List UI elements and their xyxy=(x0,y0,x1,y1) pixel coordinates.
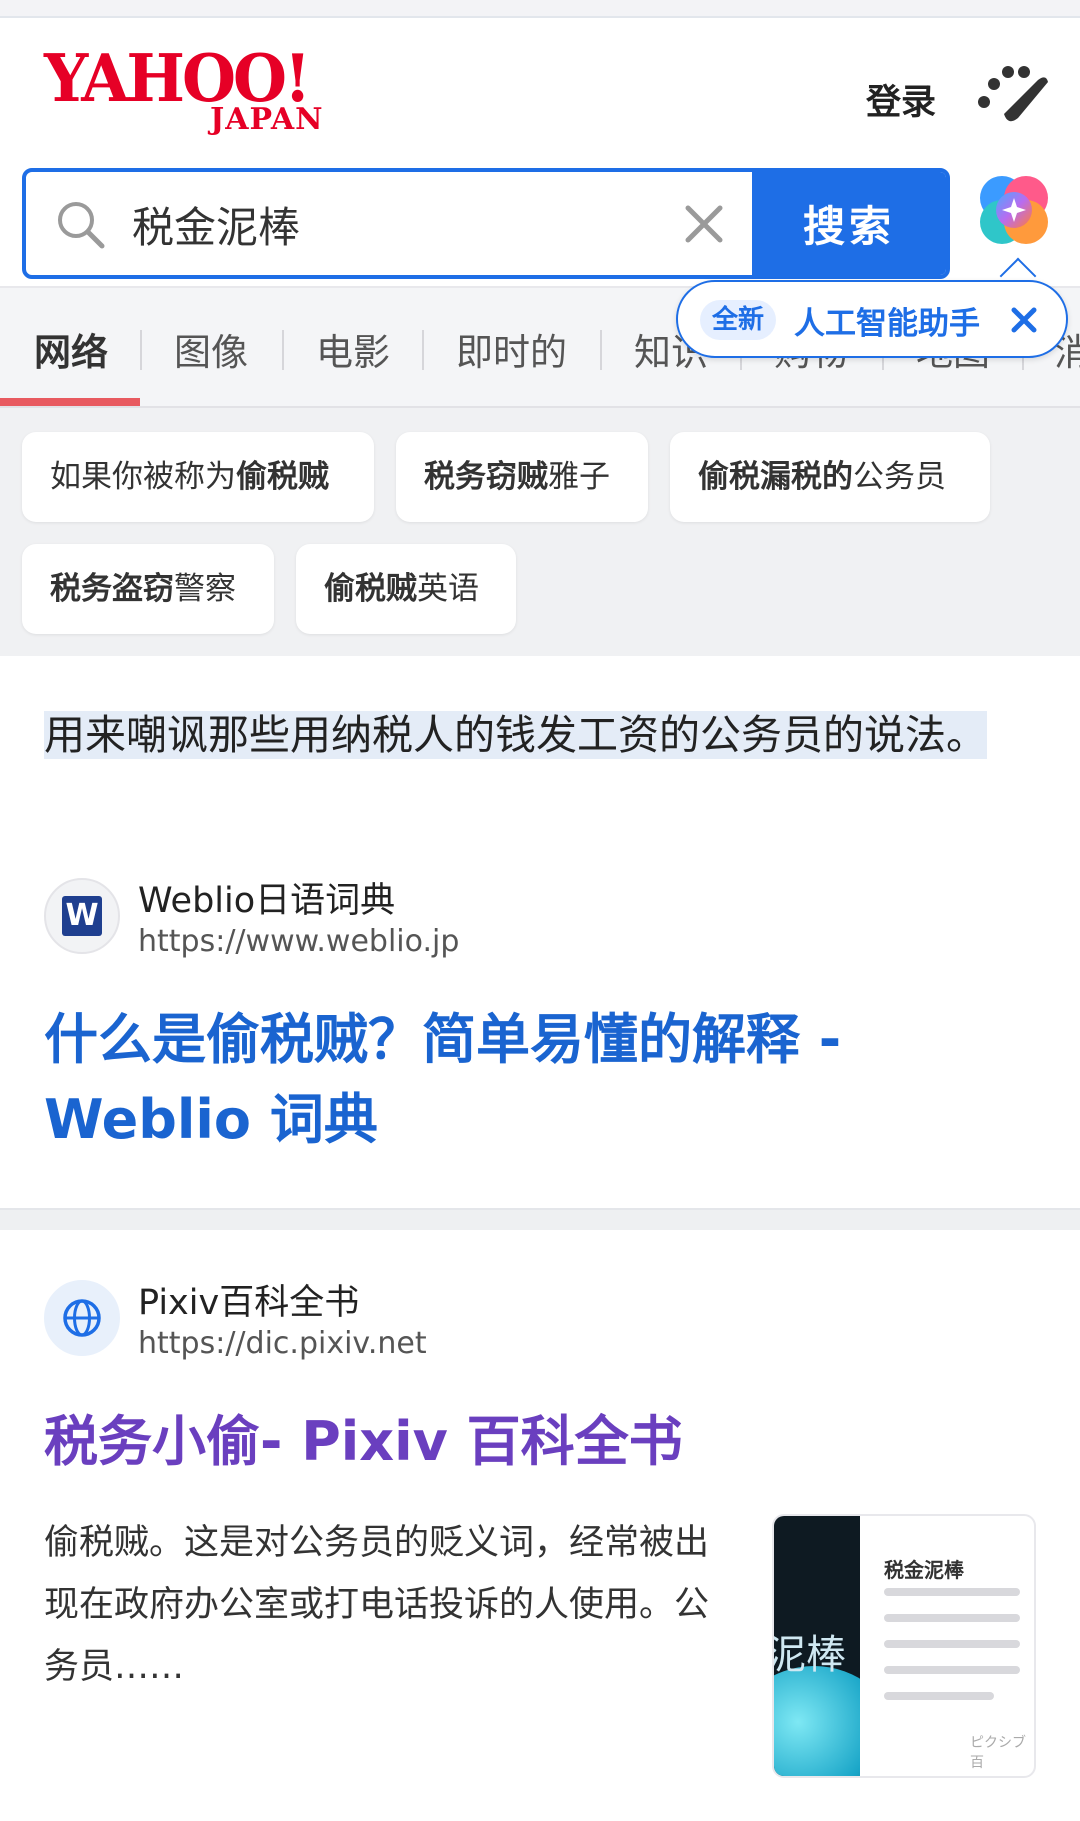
active-tab-indicator xyxy=(0,398,140,406)
tab-realtime[interactable]: 即时的 xyxy=(456,322,567,376)
thumbnail-big-text: 泥棒 xyxy=(774,1632,846,1678)
yahoo-japan-logo[interactable]: YAHOO! JAPAN xyxy=(44,40,334,140)
thumbnail-glow xyxy=(774,1666,860,1776)
thumbnail-text-line xyxy=(884,1640,1020,1648)
globe-icon xyxy=(63,1299,101,1337)
suggestion-chip[interactable]: 税务盗窃警察 xyxy=(22,544,274,634)
search-box: 税金泥棒 搜索 xyxy=(22,168,950,279)
tab-separator xyxy=(282,330,284,370)
suggestion-bold: 税务窃贼 xyxy=(424,459,548,495)
thumbnail-title: 税金泥棒 xyxy=(884,1558,964,1582)
thumbnail-text-line xyxy=(884,1692,994,1700)
thumbnail-footer: ピクシブ百 xyxy=(970,1735,1026,1771)
weblio-logo: W xyxy=(44,878,120,954)
palette-icon[interactable] xyxy=(978,64,1050,126)
tab-movies[interactable]: 电影 xyxy=(316,322,390,376)
tab-images[interactable]: 图像 xyxy=(174,322,248,376)
suggestion-plain: 公务员 xyxy=(853,459,946,495)
search-icon xyxy=(58,202,105,249)
search-result: Pixiv百科全书 https://dic.pixiv.net 税务小偷- Pi… xyxy=(0,1230,1080,1821)
close-icon[interactable] xyxy=(1008,304,1040,336)
thumbnail-text-line xyxy=(884,1614,1020,1622)
site-name: Pixiv百科全书 xyxy=(138,1283,360,1323)
suggestion-chip[interactable]: 偷税贼英语 xyxy=(296,544,516,634)
tab-separator xyxy=(140,330,142,370)
search-button[interactable]: 搜索 xyxy=(752,172,946,275)
clear-icon[interactable] xyxy=(680,200,728,248)
result-source[interactable]: Pixiv百科全书 https://dic.pixiv.net xyxy=(44,1274,1024,1364)
login-link[interactable]: 登录 xyxy=(866,74,936,125)
suggestion-plain: 如果你被称为 xyxy=(50,459,236,495)
site-url: https://www.weblio.jp xyxy=(138,924,460,959)
header: YAHOO! JAPAN 登录 xyxy=(0,18,1080,146)
suggestion-plain: 英语 xyxy=(417,571,479,607)
weblio-logo-letter: W xyxy=(62,896,102,936)
result-title-link[interactable]: 税务小偷- Pixiv 百科全书 xyxy=(44,1402,1034,1482)
search-row: 税金泥棒 搜索 xyxy=(0,146,1080,301)
tab-separator xyxy=(422,330,424,370)
tab-separator xyxy=(600,330,602,370)
ai-assistant-tooltip[interactable]: 全新 人工智能助手 xyxy=(676,280,1068,358)
logo-sub-text: JAPAN xyxy=(210,102,324,137)
tab-web[interactable]: 网络 xyxy=(34,322,108,376)
suggestion-bold: 偷税漏税的 xyxy=(698,459,853,495)
related-searches: 如果你被称为偷税贼 税务窃贼雅子 偷税漏税的公务员 税务盗窃警察 偷税贼英语 xyxy=(0,408,1080,656)
globe-site-icon xyxy=(44,1280,120,1356)
thumbnail-dark-panel: 泥棒 xyxy=(774,1516,860,1776)
suggestion-chip[interactable]: 税务窃贼雅子 xyxy=(396,432,648,522)
result-description: 偷税贼。这是对公务员的贬义词，经常被出现在政府办公室或打电话投诉的人使用。公务员… xyxy=(44,1523,710,1687)
result-thumbnail[interactable]: 泥棒 税金泥棒 ピクシブ百 xyxy=(772,1514,1036,1778)
suggestion-chip[interactable]: 如果你被称为偷税贼 xyxy=(22,432,374,522)
thumbnail-text-line xyxy=(884,1666,1020,1674)
search-result: 用来嘲讽那些用纳税人的钱发工资的公务员的说法。 W Weblio日语词典 htt… xyxy=(0,656,1080,1208)
search-input[interactable]: 税金泥棒 xyxy=(132,194,300,255)
ai-assistant-icon[interactable] xyxy=(976,172,1052,248)
snippet-text: 用来嘲讽那些用纳税人的钱发工资的公务员的说法。 xyxy=(44,711,987,759)
ai-assistant-label[interactable]: 人工智能助手 xyxy=(794,298,980,343)
site-url: https://dic.pixiv.net xyxy=(138,1326,427,1361)
suggestion-bold: 偷税贼 xyxy=(324,571,417,607)
suggestion-plain: 雅子 xyxy=(548,459,610,495)
thumbnail-text-line xyxy=(884,1588,1020,1596)
suggestion-chip[interactable]: 偷税漏税的公务员 xyxy=(670,432,990,522)
suggestion-bold: 税务盗窃 xyxy=(50,571,174,607)
site-name: Weblio日语词典 xyxy=(138,881,396,921)
featured-snippet: 用来嘲讽那些用纳税人的钱发工资的公务员的说法。 xyxy=(44,696,1034,774)
result-title-link[interactable]: 什么是偷税贼？简单易懂的解释 - Weblio 词典 xyxy=(44,1000,1034,1160)
new-badge: 全新 xyxy=(700,300,777,340)
result-divider xyxy=(0,1208,1080,1230)
result-source[interactable]: W Weblio日语词典 https://www.weblio.jp xyxy=(44,872,1024,962)
suggestion-plain: 警察 xyxy=(174,571,236,607)
status-strip xyxy=(0,0,1080,18)
suggestion-bold: 偷税贼 xyxy=(236,459,329,495)
